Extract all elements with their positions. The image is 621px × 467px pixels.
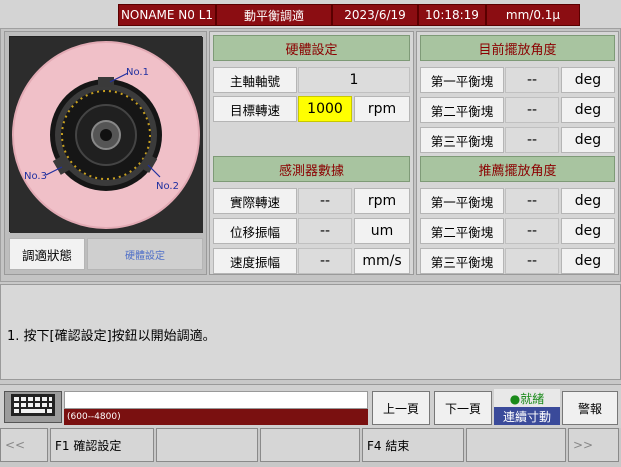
unit-display: mm/0.1μ: [486, 4, 580, 26]
alarm-button[interactable]: 警報: [562, 391, 618, 425]
recommend-angle-header: 推薦擺放角度: [420, 156, 615, 182]
prev-page-button[interactable]: 上一頁: [372, 391, 430, 425]
target-speed-label: 目標轉速: [213, 96, 297, 122]
range-hint: (600--4800): [64, 409, 368, 425]
main-panel: No.1 No.3 No.2 調適狀態 硬體設定 硬體設定 主軸軸號 1 目標轉…: [0, 28, 621, 282]
keyboard-button[interactable]: [4, 391, 62, 423]
current-weight1-value: --: [505, 67, 559, 93]
recommend-weight2-value: --: [505, 218, 559, 244]
marker-no2-label: No.2: [156, 181, 179, 192]
screen-title: 動平衡調適: [216, 4, 332, 26]
keyboard-icon: [11, 394, 55, 420]
target-speed-unit: rpm: [354, 96, 410, 122]
current-weight2-label: 第二平衡塊: [420, 97, 504, 123]
velocity-label: 速度振幅: [213, 248, 297, 274]
marker-no1-label: No.1: [126, 67, 149, 78]
current-weight3-unit: deg: [561, 127, 615, 153]
message-area: 1. 按下[確認設定]按鈕以開始調適。: [0, 284, 621, 380]
input-status-row: (600--4800) 上一頁 下一頁 ●就緒 連續寸動 警報: [0, 384, 621, 428]
message-text: 1. 按下[確認設定]按鈕以開始調適。: [7, 329, 216, 344]
current-weight1-label: 第一平衡塊: [420, 67, 504, 93]
recommend-weight2-unit: deg: [561, 218, 615, 244]
actual-speed-label: 實際轉速: [213, 188, 297, 214]
recommend-weight1-label: 第一平衡塊: [420, 188, 504, 214]
current-weight2-unit: deg: [561, 97, 615, 123]
machine-name: NONAME N0 L1: [118, 4, 216, 26]
recommend-weight3-value: --: [505, 248, 559, 274]
status-value: 硬體設定: [87, 238, 203, 270]
recommend-weight3-label: 第三平衡塊: [420, 248, 504, 274]
actual-speed-unit: rpm: [354, 188, 410, 214]
recommend-weight1-value: --: [505, 188, 559, 214]
target-speed-input[interactable]: 1000: [298, 96, 352, 122]
mode-indicator: 連續寸動: [494, 407, 560, 425]
current-weight2-value: --: [505, 97, 559, 123]
displacement-label: 位移振幅: [213, 218, 297, 244]
time-display: 10:18:19: [418, 4, 486, 26]
hardware-header: 硬體設定: [213, 35, 410, 61]
displacement-unit: um: [354, 218, 410, 244]
wheel-image-panel: No.1 No.3 No.2 調適狀態 硬體設定: [4, 31, 207, 275]
actual-speed-value: --: [298, 188, 352, 214]
date-display: 2023/6/19: [332, 4, 418, 26]
current-angle-header: 目前擺放角度: [420, 35, 615, 61]
current-weight1-unit: deg: [561, 67, 615, 93]
velocity-value: --: [298, 248, 352, 274]
fkey-left-arrow[interactable]: <<: [0, 428, 48, 462]
displacement-value: --: [298, 218, 352, 244]
f3-button[interactable]: [260, 428, 360, 462]
spindle-no-value[interactable]: 1: [298, 67, 410, 93]
f2-button[interactable]: [156, 428, 258, 462]
f1-confirm-button[interactable]: F1 確認設定: [50, 428, 154, 462]
recommend-weight2-label: 第二平衡塊: [420, 218, 504, 244]
recommend-weight1-unit: deg: [561, 188, 615, 214]
status-label: 調適狀態: [9, 238, 85, 270]
f4-end-button[interactable]: F4 結束: [362, 428, 464, 462]
recommend-weight3-unit: deg: [561, 248, 615, 274]
marker-no3-label: No.3: [24, 171, 47, 182]
current-weight3-value: --: [505, 127, 559, 153]
numeric-input[interactable]: [64, 391, 368, 409]
title-bar: NONAME N0 L1 動平衡調適 2023/6/19 10:18:19 mm…: [0, 0, 621, 28]
sensor-header: 感測器數據: [213, 156, 410, 182]
angle-panel: 目前擺放角度 第一平衡塊 -- deg 第二平衡塊 -- deg 第三平衡塊 -…: [416, 31, 619, 275]
fkey-right-arrow[interactable]: >>: [568, 428, 619, 462]
hardware-sensor-panel: 硬體設定 主軸軸號 1 目標轉速 1000 rpm 感測器數據 實際轉速 -- …: [209, 31, 414, 275]
spindle-no-label: 主軸軸號: [213, 67, 297, 93]
f5-button[interactable]: [466, 428, 566, 462]
velocity-unit: mm/s: [354, 248, 410, 274]
current-weight3-label: 第三平衡塊: [420, 127, 504, 153]
ready-indicator: ●就緒: [494, 389, 560, 407]
wheel-image: No.1 No.3 No.2: [9, 36, 203, 233]
next-page-button[interactable]: 下一頁: [434, 391, 492, 425]
